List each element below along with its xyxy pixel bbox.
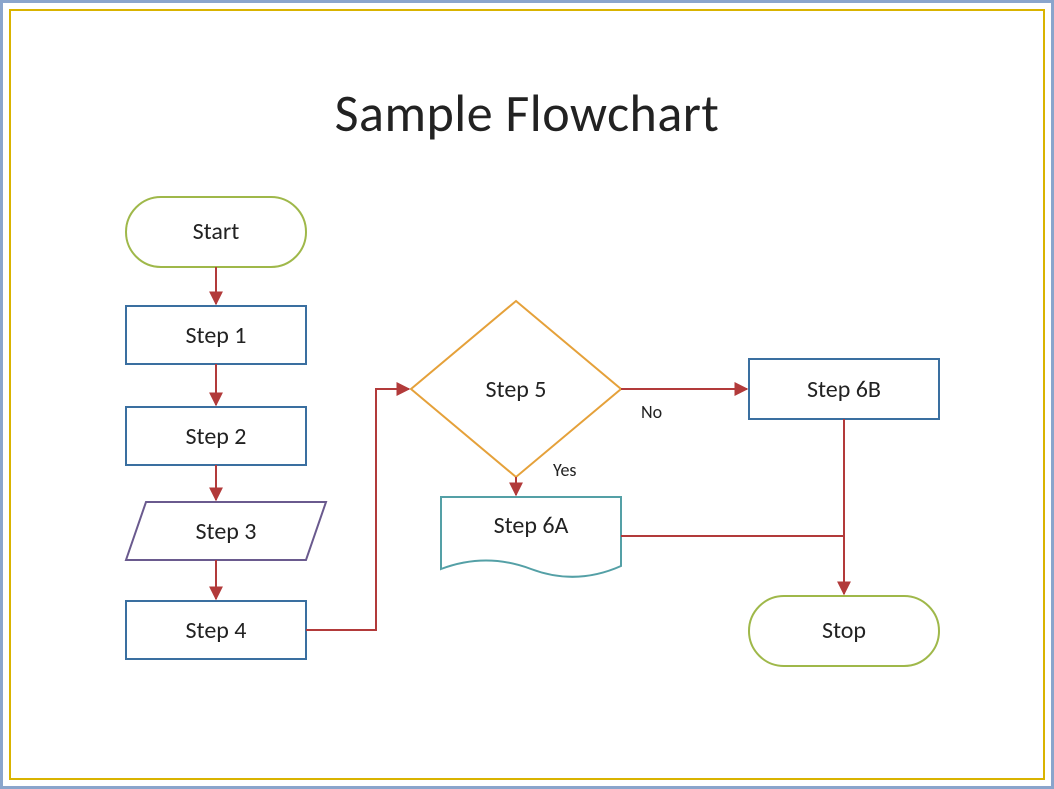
- node-start: Start: [126, 197, 306, 267]
- node-step6a-label: Step 6A: [494, 511, 569, 540]
- label-no: No: [641, 401, 662, 423]
- label-yes: Yes: [553, 459, 576, 481]
- node-step1: Step 1: [126, 306, 306, 364]
- node-step4-label: Step 4: [186, 616, 247, 645]
- node-step2: Step 2: [126, 407, 306, 465]
- node-step4: Step 4: [126, 601, 306, 659]
- node-step2-label: Step 2: [186, 422, 247, 451]
- node-step5-label: Step 5: [486, 375, 547, 404]
- node-start-label: Start: [193, 217, 240, 246]
- node-step6b: Step 6B: [749, 359, 939, 419]
- node-stop-label: Stop: [822, 616, 866, 645]
- node-step6a: Step 6A: [441, 497, 621, 577]
- node-step6b-label: Step 6B: [807, 375, 881, 404]
- node-stop: Stop: [749, 596, 939, 666]
- slide-inner-border: Sample Flowchart Start Step 1 Step 2: [9, 9, 1045, 780]
- flowchart-canvas: Start Step 1 Step 2 Step 3 Step 4: [11, 11, 1047, 780]
- node-step3: Step 3: [126, 502, 326, 560]
- node-step3-label: Step 3: [196, 517, 257, 546]
- node-step5: Step 5: [411, 301, 621, 477]
- slide-outer-border: Sample Flowchart Start Step 1 Step 2: [0, 0, 1054, 789]
- node-step1-label: Step 1: [186, 321, 247, 350]
